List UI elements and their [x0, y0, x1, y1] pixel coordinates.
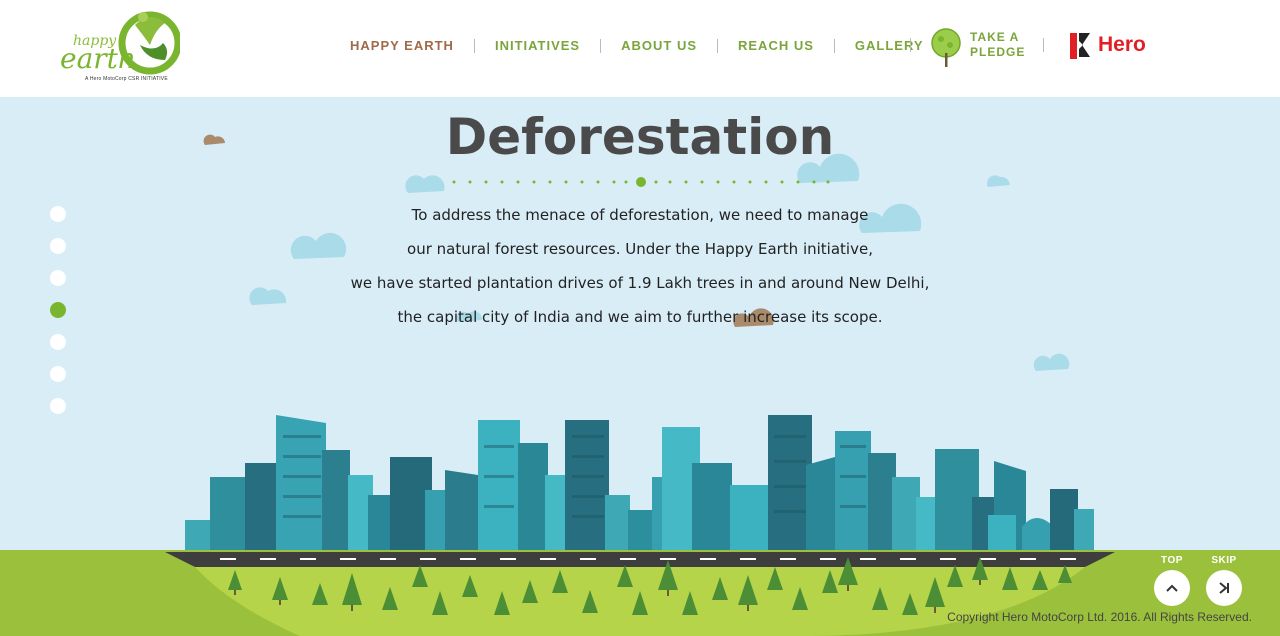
hero-mark-icon [1070, 33, 1090, 59]
pager-dot-5[interactable] [50, 334, 66, 350]
tree-icon [931, 28, 961, 67]
nav-happy-earth[interactable]: HAPPY EARTH [350, 38, 454, 53]
description-line: To address the menace of deforestation, … [411, 206, 869, 224]
nav-about-us[interactable]: ABOUT US [621, 38, 697, 53]
chevron-up-icon [1166, 584, 1178, 592]
hero-logo[interactable]: Hero [1070, 31, 1146, 59]
nav-divider [910, 38, 911, 52]
top-label: TOP [1161, 555, 1183, 566]
nav-divider [1043, 38, 1044, 52]
logo-earth-text: earth [60, 42, 136, 75]
pager-dot-4-active[interactable] [50, 302, 66, 318]
nav-divider [473, 38, 475, 53]
skip-label: SKIP [1211, 555, 1237, 566]
logo-tagline: A Hero MotoCorp CSR INITIATIVE [85, 76, 168, 82]
hero-brand-text: Hero [1098, 33, 1146, 56]
pager-dot-2[interactable] [50, 238, 66, 254]
happy-earth-logo[interactable]: happy earth A Hero MotoCorp CSR INITIATI… [55, 5, 182, 85]
page-title: Deforestation [445, 108, 835, 166]
nav-divider [600, 38, 602, 53]
take-a-pledge-button[interactable]: TAKE A PLEDGE [930, 27, 1030, 71]
main-nav: HAPPY EARTH INITIATIVES ABOUT US REACH U… [350, 38, 924, 53]
skip-button[interactable] [1206, 570, 1242, 606]
title-divider-dots [452, 177, 830, 187]
description: To address the menace of deforestation, … [340, 198, 940, 334]
nav-initiatives[interactable]: INITIATIVES [495, 38, 580, 53]
pledge-label: TAKE A PLEDGE [970, 30, 1025, 60]
city-illustration [0, 415, 1280, 636]
nav-gallery[interactable]: GALLERY [855, 38, 924, 53]
description-line: our natural forest resources. Under the … [407, 240, 873, 258]
pager-dot-6[interactable] [50, 366, 66, 382]
nav-divider [833, 38, 835, 53]
description-line: we have started plantation drives of 1.9… [350, 274, 930, 292]
pledge-line-1: TAKE A [970, 30, 1020, 44]
description-line: the capital city of India and we aim to … [397, 308, 883, 326]
scroll-top-button[interactable] [1154, 570, 1190, 606]
top-control: TOP [1154, 555, 1190, 606]
copyright-text: Copyright Hero MotoCorp Ltd. 2016. All R… [947, 610, 1252, 624]
section-pager [50, 206, 68, 430]
pledge-line-2: PLEDGE [970, 45, 1026, 59]
pager-dot-3[interactable] [50, 270, 66, 286]
site-header: happy earth A Hero MotoCorp CSR INITIATI… [0, 0, 1280, 97]
nav-reach-us[interactable]: REACH US [738, 38, 814, 53]
skip-control: SKIP [1206, 555, 1242, 606]
skip-forward-icon [1219, 582, 1229, 594]
pager-dot-1[interactable] [50, 206, 66, 222]
skyline [185, 415, 1094, 552]
nav-divider [717, 38, 718, 53]
